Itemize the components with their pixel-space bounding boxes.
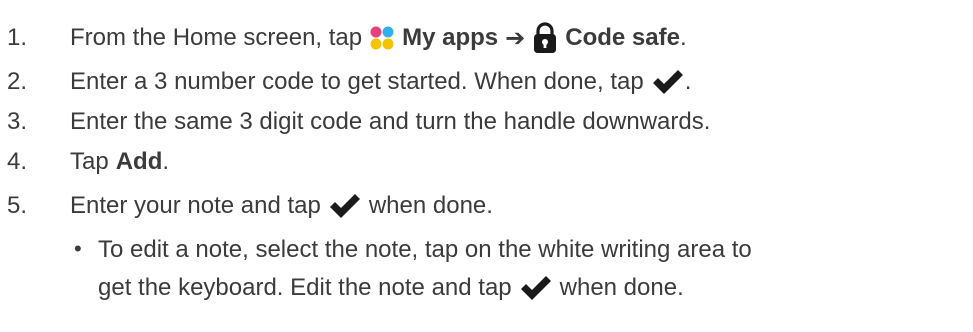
- step-number: 4.: [7, 148, 28, 175]
- my-apps-icon: [369, 25, 395, 51]
- step-4-period: .: [162, 148, 170, 175]
- step-number: 1.: [7, 24, 28, 51]
- step-number: 5.: [7, 192, 28, 219]
- sub-bullet-line-2-after: when done.: [559, 274, 684, 301]
- step-text: From the Home screen, tap My apps ➔ Code…: [70, 22, 687, 54]
- sub-bullet-line-1: To edit a note, select the note, tap on …: [98, 236, 752, 263]
- step-number: 3.: [7, 108, 28, 135]
- step-5-text: Enter your note and tap: [70, 192, 321, 219]
- step-text: Enter a 3 number code to get started. Wh…: [70, 68, 691, 96]
- step-number: 2.: [7, 68, 28, 95]
- step-2-period: .: [684, 68, 692, 95]
- step-text: Enter the same 3 digit code and turn the…: [70, 108, 711, 135]
- step-text: Enter your note and tap when done.: [70, 192, 493, 220]
- step-5-text-after: when done.: [368, 192, 493, 219]
- sub-bullet-line-2: get the keyboard. Edit the note and tap …: [98, 270, 684, 306]
- sub-bullet-line-2-text: get the keyboard. Edit the note and tap: [98, 274, 512, 301]
- step-1-period: .: [679, 24, 687, 51]
- bullet-glyph: •: [74, 236, 82, 261]
- add-label: Add: [115, 148, 163, 175]
- code-safe-label: Code safe: [565, 24, 680, 51]
- my-apps-label: My apps: [402, 24, 499, 51]
- step-1-text: From the Home screen, tap: [70, 24, 363, 51]
- step-text: Tap Add .: [70, 148, 169, 176]
- step-4-text: Tap: [70, 148, 109, 175]
- checkmark-icon: [519, 274, 553, 302]
- padlock-icon: [532, 22, 558, 54]
- arrow-glyph: ➔: [505, 24, 526, 52]
- checkmark-icon: [651, 68, 685, 96]
- step-2-text: Enter a 3 number code to get started. Wh…: [70, 68, 644, 95]
- checkmark-icon: [328, 192, 362, 220]
